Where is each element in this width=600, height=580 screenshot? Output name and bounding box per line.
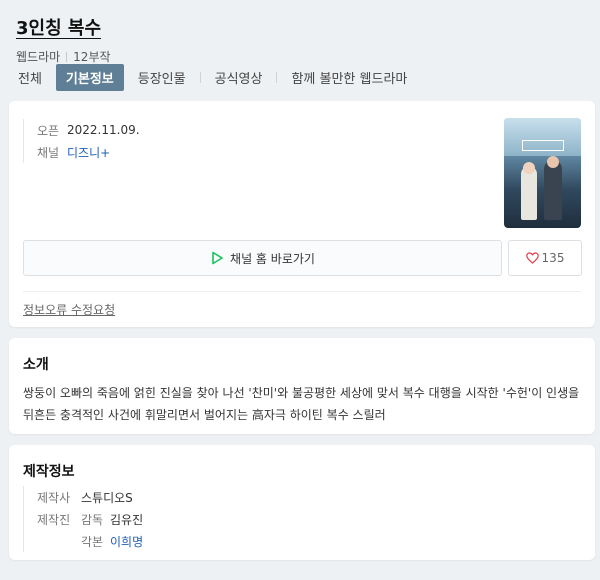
basic-info-card: 오픈 2022.11.09. 채널 디즈니+ 채널 홈 바로가기 135 정보오… [9, 101, 595, 327]
like-count: 135 [541, 251, 565, 265]
play-icon [212, 251, 223, 265]
info-list: 오픈 2022.11.09. 채널 디즈니+ [23, 119, 140, 163]
channel-label: 채널 [37, 145, 60, 160]
director-row: 제작진 감독 김유진 [37, 508, 143, 530]
intro-title: 소개 [23, 357, 49, 373]
heart-icon [525, 252, 539, 264]
tab-official-videos[interactable]: 공식영상 [213, 68, 265, 87]
title-meta: 웹드라마 12부작 [16, 48, 586, 65]
company-name: 스튜디오S [81, 490, 133, 505]
tab-divider [199, 71, 201, 83]
production-card: 제작정보 제작사 스튜디오S 제작진 감독 김유진 각본 이희명 [9, 445, 595, 560]
open-label: 오픈 [37, 123, 60, 138]
divider [23, 291, 581, 292]
channel-link[interactable]: 디즈니+ [67, 144, 110, 161]
staff-label: 제작진 [37, 512, 71, 527]
intro-text: 쌍둥이 오빠의 죽음에 얽힌 진실을 찾아 나선 '찬미'와 불공평한 세상에 … [23, 386, 580, 422]
report-error-link[interactable]: 정보오류 수정요청 [23, 301, 115, 318]
episode-count: 12부작 [73, 50, 111, 64]
info-row-open: 오픈 2022.11.09. [37, 119, 140, 141]
page-title[interactable]: 3인칭 복수 [16, 14, 101, 40]
production-list: 제작사 스튜디오S 제작진 감독 김유진 각본 이희명 [23, 486, 143, 552]
header: 3인칭 복수 웹드라마 12부작 [16, 14, 586, 65]
channel-home-button[interactable]: 채널 홈 바로가기 [23, 240, 502, 276]
category-label: 웹드라마 [16, 50, 61, 64]
info-row-channel: 채널 디즈니+ [37, 141, 140, 163]
company-label: 제작사 [37, 490, 71, 505]
production-company-row: 제작사 스튜디오S [37, 486, 143, 508]
poster-image[interactable] [504, 118, 581, 228]
tab-bar: 전체 기본정보 등장인물 공식영상 함께 볼만한 웹드라마 [16, 63, 409, 91]
like-button[interactable]: 135 [508, 240, 582, 276]
tab-characters[interactable]: 등장인물 [136, 68, 188, 87]
tab-all[interactable]: 전체 [16, 68, 44, 87]
tab-divider [276, 71, 278, 83]
tab-related-dramas[interactable]: 함께 볼만한 웹드라마 [289, 68, 409, 87]
director-name: 김유진 [110, 512, 144, 527]
writer-name[interactable]: 이희명 [110, 533, 143, 550]
director-role: 감독 [81, 512, 104, 527]
intro-card: 소개 쌍둥이 오빠의 죽음에 얽힌 진실을 찾아 나선 '찬미'와 불공평한 세… [9, 338, 595, 434]
writer-role: 각본 [81, 534, 104, 549]
writer-row: 각본 이희명 [37, 530, 143, 552]
tab-basic-info[interactable]: 기본정보 [55, 63, 124, 91]
production-title: 제작정보 [23, 464, 75, 480]
meta-divider [66, 52, 68, 62]
channel-home-label: 채널 홈 바로가기 [230, 251, 315, 266]
open-date: 2022.11.09. [67, 123, 140, 137]
